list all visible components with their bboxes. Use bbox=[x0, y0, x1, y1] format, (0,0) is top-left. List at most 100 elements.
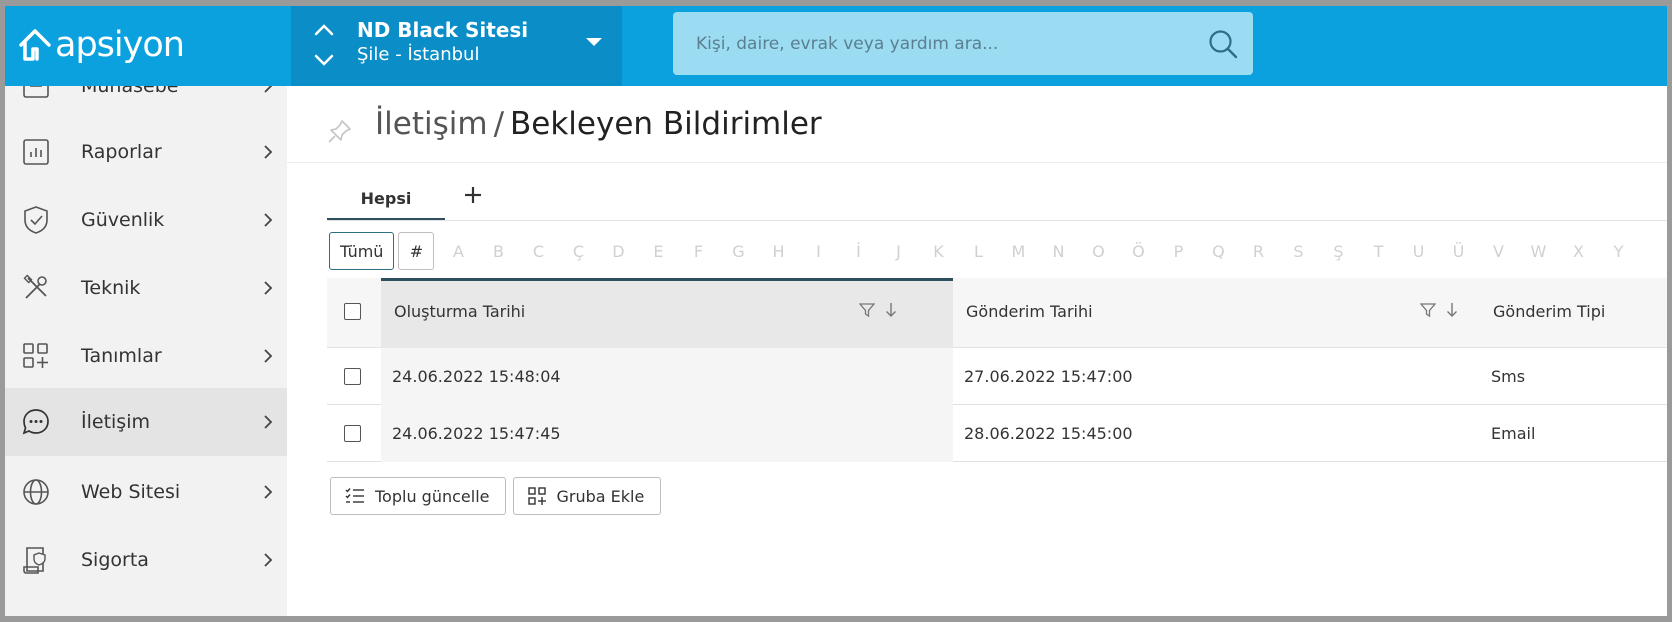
letter-filter-button[interactable]: Q bbox=[1198, 232, 1238, 270]
sidebar-item-web-sitesi[interactable]: Web Sitesi bbox=[5, 456, 287, 528]
letter-filter-button[interactable]: T bbox=[1358, 232, 1398, 270]
search-icon bbox=[1209, 29, 1238, 58]
page-title: İletişim / Bekleyen Bildirimler bbox=[375, 106, 822, 142]
report-chart-icon bbox=[21, 137, 51, 167]
accounting-icon bbox=[21, 86, 51, 101]
letter-filter-button[interactable]: M bbox=[998, 232, 1038, 270]
row-checkbox[interactable] bbox=[344, 425, 361, 442]
letter-filter-hash[interactable]: # bbox=[398, 232, 435, 270]
letter-filter-button[interactable]: Ü bbox=[1438, 232, 1478, 270]
logo-text: apsiyon bbox=[55, 25, 185, 65]
letter-filter-button[interactable]: D bbox=[598, 232, 638, 270]
tools-icon bbox=[21, 273, 51, 303]
sidebar-item-label: Sigorta bbox=[81, 549, 149, 571]
letter-filter-button[interactable]: J bbox=[878, 232, 918, 270]
logo[interactable]: apsiyon bbox=[17, 20, 185, 70]
global-search bbox=[673, 12, 1253, 75]
chevron-right-icon bbox=[264, 553, 273, 567]
search-button[interactable] bbox=[1193, 12, 1253, 75]
letter-filter-button[interactable]: K bbox=[918, 232, 958, 270]
letter-filter-button[interactable]: U bbox=[1398, 232, 1438, 270]
filter-icon[interactable] bbox=[1420, 302, 1436, 318]
letter-filter-button[interactable]: E bbox=[638, 232, 678, 270]
column-header-created[interactable]: Oluşturma Tarihi bbox=[394, 302, 525, 321]
notifications-table: Oluşturma Tarihi Gönderim Tarihi Gönderi… bbox=[327, 278, 1667, 462]
filter-icon[interactable] bbox=[859, 302, 875, 318]
chevron-right-icon bbox=[264, 86, 273, 93]
letter-filter-button[interactable]: İ bbox=[838, 232, 878, 270]
letter-filter-button[interactable]: P bbox=[1158, 232, 1198, 270]
chevron-right-icon bbox=[264, 485, 273, 499]
select-all-checkbox[interactable] bbox=[344, 303, 361, 320]
letter-filter-button[interactable]: Y bbox=[1598, 232, 1638, 270]
sidebar-item-guvenlik[interactable]: Güvenlik bbox=[5, 184, 287, 256]
table-actions: Toplu güncelle Gruba Ekle bbox=[330, 477, 662, 515]
sidebar-item-tanimlar[interactable]: Tanımlar bbox=[5, 320, 287, 392]
app-window: apsiyon ND Black Sitesi Şile - İstanbul bbox=[5, 6, 1667, 616]
sidebar-item-iletisim[interactable]: İletişim bbox=[5, 388, 287, 456]
site-location: Şile - İstanbul bbox=[357, 44, 480, 65]
breadcrumb-parent[interactable]: İletişim bbox=[375, 106, 488, 142]
divider bbox=[327, 220, 1667, 221]
add-to-group-button[interactable]: Gruba Ekle bbox=[513, 477, 662, 515]
letter-filter-button[interactable]: C bbox=[518, 232, 558, 270]
letter-filter-button[interactable]: Ç bbox=[558, 232, 598, 270]
letter-filter-button[interactable]: A bbox=[438, 232, 478, 270]
table-header: Oluşturma Tarihi Gönderim Tarihi Gönderi… bbox=[327, 278, 1667, 348]
letter-filter-button[interactable]: I bbox=[798, 232, 838, 270]
caret-down-icon[interactable] bbox=[585, 36, 603, 48]
letter-filter-button[interactable]: F bbox=[678, 232, 718, 270]
shield-check-icon bbox=[21, 205, 51, 235]
letter-filter-button[interactable]: G bbox=[718, 232, 758, 270]
cell-created: 24.06.2022 15:47:45 bbox=[392, 424, 561, 443]
chevron-up-down-icon[interactable] bbox=[313, 20, 335, 70]
letter-filter-button[interactable]: V bbox=[1478, 232, 1518, 270]
table-row[interactable]: 24.06.2022 15:48:04 27.06.2022 15:47:00 … bbox=[327, 348, 1667, 405]
letter-filter-button[interactable]: O bbox=[1078, 232, 1118, 270]
add-to-group-label: Gruba Ekle bbox=[556, 486, 645, 506]
sidebar-item-label: Teknik bbox=[81, 277, 141, 299]
sidebar-item-label: Web Sitesi bbox=[81, 481, 181, 503]
sidebar-item-label: Raporlar bbox=[81, 141, 162, 163]
sidebar-item-label: Güvenlik bbox=[81, 209, 165, 231]
bulk-update-button[interactable]: Toplu güncelle bbox=[330, 477, 507, 515]
chat-bubble-icon bbox=[21, 407, 51, 437]
row-checkbox[interactable] bbox=[344, 368, 361, 385]
cell-sent: 28.06.2022 15:45:00 bbox=[964, 424, 1133, 443]
letter-filter-all[interactable]: Tümü bbox=[329, 232, 395, 270]
letter-filter-button[interactable]: N bbox=[1038, 232, 1078, 270]
column-header-type[interactable]: Gönderim Tipi bbox=[1493, 302, 1605, 321]
tab-hepsi[interactable]: Hepsi bbox=[327, 181, 445, 221]
letter-filter-button[interactable]: X bbox=[1558, 232, 1598, 270]
chevron-right-icon bbox=[264, 145, 273, 159]
breadcrumb-current: Bekleyen Bildirimler bbox=[510, 106, 822, 142]
column-tools bbox=[859, 302, 897, 318]
column-header-sent[interactable]: Gönderim Tarihi bbox=[966, 302, 1093, 321]
breadcrumb-separator: / bbox=[493, 106, 505, 142]
chevron-right-icon bbox=[264, 415, 273, 429]
sidebar-item-teknik[interactable]: Teknik bbox=[5, 252, 287, 324]
grid-plus-icon bbox=[528, 487, 547, 505]
letter-filter-button[interactable]: W bbox=[1518, 232, 1558, 270]
table-row[interactable]: 24.06.2022 15:47:45 28.06.2022 15:45:00 … bbox=[327, 405, 1667, 462]
site-switcher[interactable]: ND Black Sitesi Şile - İstanbul bbox=[291, 6, 622, 86]
sidebar-item-sigorta[interactable]: Sigorta bbox=[5, 524, 287, 596]
sidebar: Muhasebe Raporlar Güvenlik Teknik Tanıml… bbox=[5, 86, 287, 616]
search-input[interactable] bbox=[673, 12, 1193, 75]
letter-filter-button[interactable]: Ö bbox=[1118, 232, 1158, 270]
sidebar-item-label: İletişim bbox=[81, 411, 150, 433]
add-tab-icon[interactable] bbox=[463, 185, 483, 205]
pin-icon[interactable] bbox=[327, 118, 353, 144]
letter-filter-button[interactable]: B bbox=[478, 232, 518, 270]
letter-filter-button[interactable]: L bbox=[958, 232, 998, 270]
sort-arrow-down-icon[interactable] bbox=[885, 302, 897, 318]
sidebar-item-raporlar[interactable]: Raporlar bbox=[5, 116, 287, 188]
globe-icon bbox=[21, 477, 51, 507]
sort-arrow-down-icon[interactable] bbox=[1446, 302, 1458, 318]
main-content: İletişim / Bekleyen Bildirimler Hepsi Tümü… bbox=[287, 86, 1667, 616]
letter-filter-button[interactable]: H bbox=[758, 232, 798, 270]
insurance-document-icon bbox=[21, 545, 51, 575]
letter-filter-button[interactable]: Ş bbox=[1318, 232, 1358, 270]
letter-filter-button[interactable]: R bbox=[1238, 232, 1278, 270]
letter-filter-button[interactable]: S bbox=[1278, 232, 1318, 270]
